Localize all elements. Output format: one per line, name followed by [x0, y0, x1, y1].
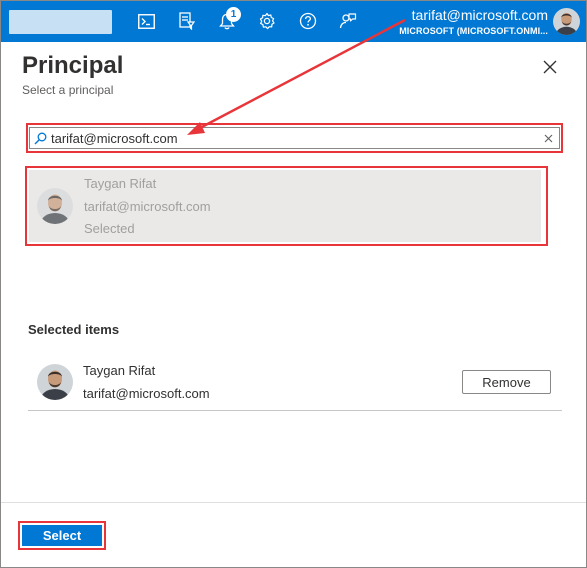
feedback-icon[interactable]: [338, 11, 358, 31]
directory-filter-icon[interactable]: [177, 11, 197, 31]
selected-item-row: Taygan Rifat tarifat@microsoft.com Remov…: [28, 354, 562, 411]
portal-top-bar: 1 tarifat@microsoft.com MICROSOFT (MICRO…: [1, 1, 586, 42]
account-tenant[interactable]: MICROSOFT (MICROSOFT.ONMI...: [399, 26, 548, 36]
account-name[interactable]: tarifat@microsoft.com: [412, 7, 548, 23]
page-subtitle: Select a principal: [22, 83, 114, 97]
account-avatar[interactable]: [553, 8, 580, 35]
selected-item-name: Taygan Rifat: [83, 363, 156, 378]
selected-item-email: tarifat@microsoft.com: [83, 386, 210, 401]
page-title: Principal: [22, 52, 124, 79]
footer-divider: [1, 502, 586, 503]
search-highlight-box: [26, 123, 563, 153]
select-highlight-box: [18, 521, 106, 550]
selected-items-heading: Selected items: [28, 322, 120, 337]
gear-icon[interactable]: [257, 11, 277, 31]
cloud-shell-icon[interactable]: [136, 11, 156, 31]
remove-button[interactable]: Remove: [462, 370, 551, 394]
global-search-box[interactable]: [9, 10, 112, 34]
close-icon[interactable]: [538, 55, 562, 79]
principal-panel: 1 tarifat@microsoft.com MICROSOFT (MICRO…: [0, 0, 587, 568]
selected-item-avatar: [37, 364, 73, 400]
notification-count-badge: 1: [226, 7, 241, 22]
help-icon[interactable]: [298, 11, 318, 31]
result-highlight-box: [25, 166, 548, 246]
